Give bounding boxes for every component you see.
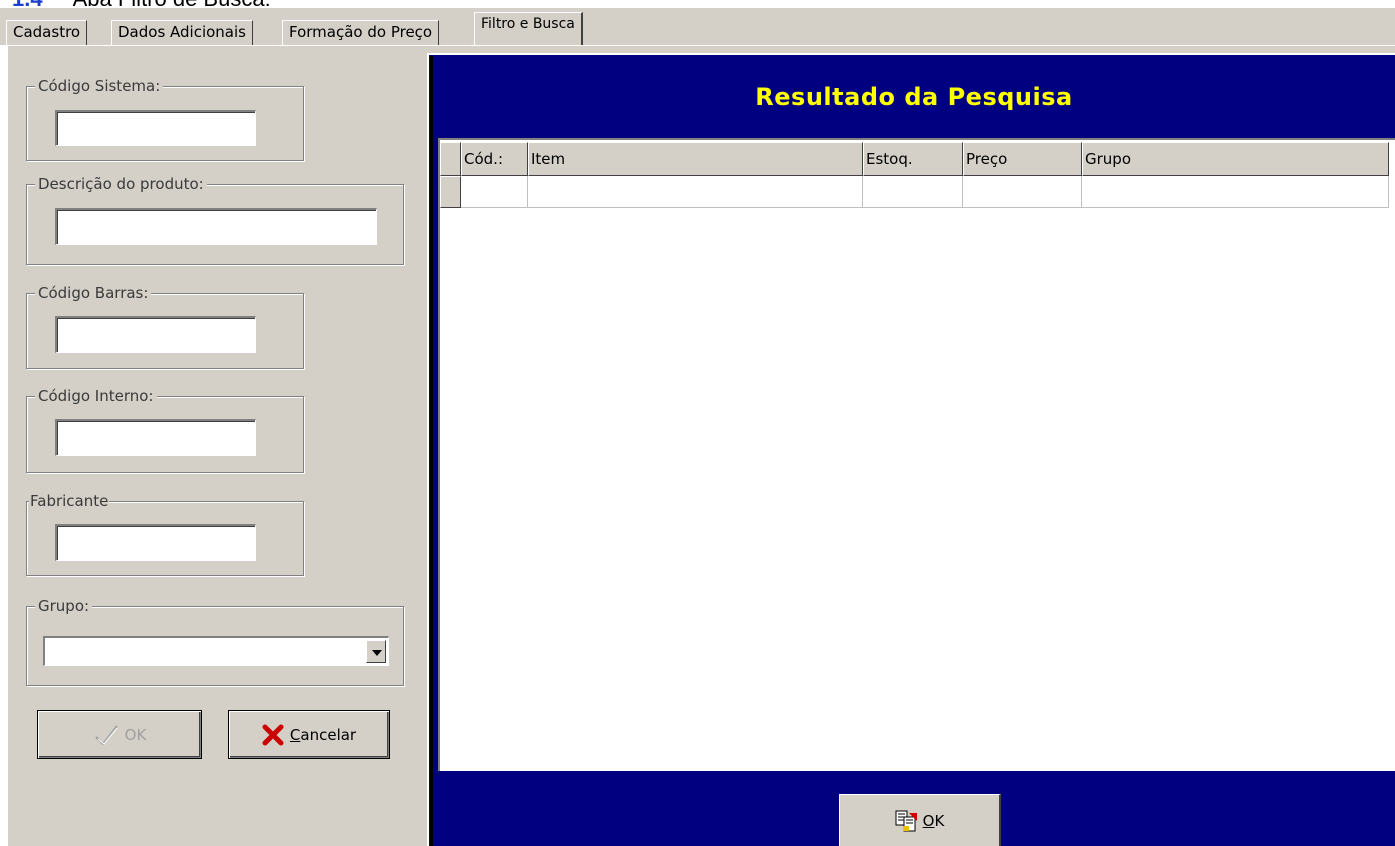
- document-heading: 1.4Aba Filtro de Busca:: [0, 0, 271, 11]
- ok-button[interactable]: OK: [37, 710, 202, 759]
- cell-preco[interactable]: [963, 176, 1082, 208]
- codigo-sistema-label: Código Sistema:: [35, 77, 164, 95]
- group-codigo-sistema: Código Sistema:: [26, 77, 304, 161]
- grid-header: Cód.: Item Estoq. Preço Grupo: [440, 142, 1389, 176]
- results-panel-edge: [430, 56, 433, 846]
- group-fabricante: Fabricante: [26, 492, 304, 576]
- tab-label: Formação do Preço: [289, 23, 433, 41]
- codigo-interno-input[interactable]: [55, 419, 256, 456]
- group-descricao: Descrição do produto:: [26, 175, 404, 265]
- group-codigo-barras: Código Barras:: [26, 284, 304, 369]
- cell-estoq[interactable]: [863, 176, 963, 208]
- cell-item[interactable]: [528, 176, 863, 208]
- codigo-barras-label: Código Barras:: [35, 284, 152, 302]
- results-ok-label: OK: [923, 812, 945, 830]
- column-header-preco[interactable]: Preço: [963, 142, 1082, 176]
- fabricante-input[interactable]: [55, 524, 256, 561]
- header-indicator: [440, 142, 461, 176]
- ok-button-label: OK: [124, 725, 147, 744]
- column-header-cod[interactable]: Cód.:: [461, 142, 528, 176]
- left-margin: [0, 45, 8, 846]
- column-header-estoq[interactable]: Estoq.: [863, 142, 963, 176]
- column-header-item[interactable]: Item: [528, 142, 863, 176]
- tab-label: Dados Adicionais: [118, 23, 246, 41]
- row-indicator[interactable]: [440, 176, 461, 208]
- cancel-button-label: Cancelar: [290, 726, 356, 744]
- tab-label: Filtro e Busca: [481, 16, 575, 32]
- cancel-mnemonic: C: [289, 725, 301, 744]
- column-header-grupo[interactable]: Grupo: [1082, 142, 1389, 176]
- document-select-icon: [895, 810, 917, 831]
- ok-mnemonic: O: [922, 811, 935, 830]
- tab-dados-adicionais[interactable]: Dados Adicionais: [111, 20, 253, 46]
- tab-label: Cadastro: [13, 23, 81, 41]
- ok-label-rest: K: [934, 811, 945, 830]
- cell-grupo[interactable]: [1082, 176, 1389, 208]
- close-icon: [262, 724, 284, 745]
- grupo-select[interactable]: [43, 636, 389, 666]
- codigo-barras-input[interactable]: [55, 316, 256, 353]
- descricao-input[interactable]: [55, 208, 377, 245]
- descricao-label: Descrição do produto:: [35, 175, 207, 193]
- group-grupo: Grupo:: [26, 597, 404, 686]
- table-row[interactable]: [440, 176, 1389, 208]
- cancel-button[interactable]: Cancelar: [228, 710, 390, 759]
- group-codigo-interno: Código Interno:: [26, 387, 304, 473]
- tab-bar: Cadastro Dados Adicionais Formação do Pr…: [0, 8, 1395, 46]
- tab-cadastro[interactable]: Cadastro: [6, 20, 88, 46]
- checkmark-icon: [94, 724, 118, 746]
- results-grid[interactable]: Cód.: Item Estoq. Preço Grupo: [438, 138, 1395, 771]
- cancel-label-rest: ancelar: [300, 725, 357, 744]
- tab-filtro-busca[interactable]: Filtro e Busca: [474, 12, 583, 45]
- codigo-interno-label: Código Interno:: [35, 387, 157, 405]
- chevron-down-icon[interactable]: [366, 640, 386, 663]
- results-ok-button[interactable]: OK: [839, 794, 1001, 846]
- results-title: Resultado da Pesquisa: [755, 83, 1073, 111]
- cell-cod[interactable]: [461, 176, 528, 208]
- tab-formacao-preco[interactable]: Formação do Preço: [282, 20, 440, 46]
- fabricante-label: Fabricante: [29, 492, 110, 510]
- grupo-label: Grupo:: [35, 597, 93, 615]
- codigo-sistema-input[interactable]: [55, 110, 256, 146]
